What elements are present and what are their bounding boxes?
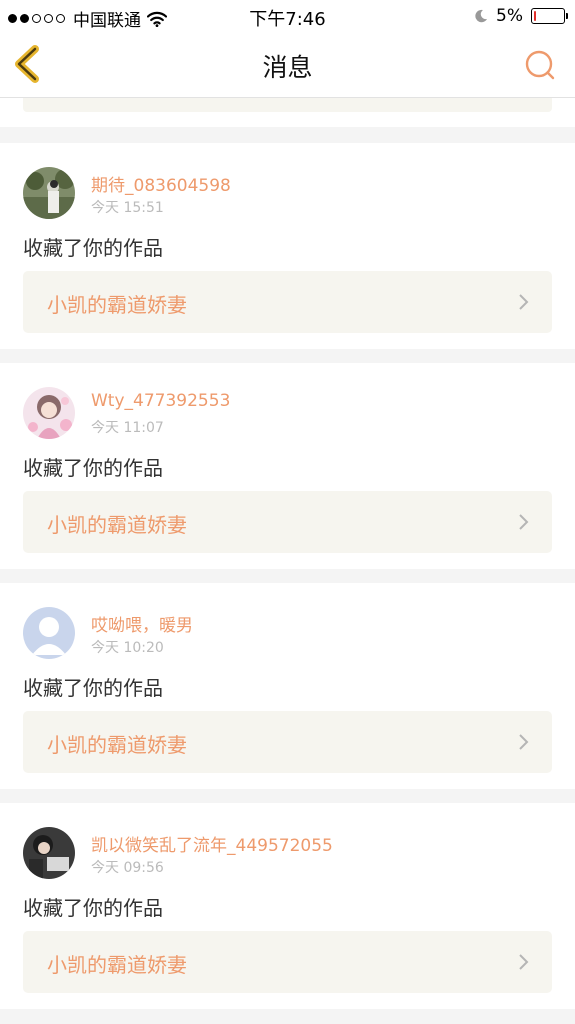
chevron-left-icon <box>15 45 39 83</box>
illustration-avatar <box>23 387 75 439</box>
work-title: 小凯的霸道娇妻 <box>47 733 187 757</box>
status-bar: 中国联通 下午7:46 5% <box>0 0 575 32</box>
work-link[interactable]: 小凯的霸道娇妻 <box>23 491 552 553</box>
user-name[interactable]: 哎呦喂，暖男 <box>91 611 193 636</box>
chevron-right-icon <box>519 734 529 750</box>
battery-percentage: 5% <box>496 6 523 26</box>
nav-bar: 消息 <box>0 32 575 98</box>
battery-icon <box>531 8 568 24</box>
search-icon <box>525 50 555 80</box>
status-right: 5% <box>474 6 568 26</box>
message-time: 今天 09:56 <box>91 860 164 876</box>
action-text: 收藏了你的作品 <box>23 456 163 480</box>
back-button[interactable] <box>10 44 50 84</box>
user-avatar[interactable] <box>23 607 75 659</box>
work-link[interactable]: 小凯的霸道娇妻 <box>23 271 552 333</box>
message-card: 期待_083604598 今天 15:51 收藏了你的作品 小凯的霸道娇妻 <box>0 143 575 349</box>
message-card: 凯以微笑乱了流年_449572055 今天 09:56 收藏了你的作品 小凯的霸… <box>0 803 575 1009</box>
user-avatar[interactable] <box>23 827 75 879</box>
chevron-right-icon <box>519 954 529 970</box>
screen: 中国联通 下午7:46 5% 消息 期待_083604598 今天 15:51 … <box>0 0 575 1024</box>
user-name[interactable]: 凯以微笑乱了流年_449572055 <box>91 831 333 856</box>
chevron-right-icon <box>519 294 529 310</box>
message-list[interactable]: 期待_083604598 今天 15:51 收藏了你的作品 小凯的霸道娇妻 Wt… <box>0 98 575 1024</box>
search-button[interactable] <box>523 48 557 82</box>
chevron-right-icon <box>519 514 529 530</box>
message-time: 今天 15:51 <box>91 200 164 216</box>
user-name[interactable]: Wty_477392553 <box>91 391 230 411</box>
action-text: 收藏了你的作品 <box>23 676 163 700</box>
message-card: 哎呦喂，暖男 今天 10:20 收藏了你的作品 小凯的霸道娇妻 <box>0 583 575 789</box>
user-name[interactable]: 期待_083604598 <box>91 171 231 196</box>
work-title: 小凯的霸道娇妻 <box>47 953 187 977</box>
default-avatar <box>23 607 75 659</box>
message-card-partial <box>0 98 575 127</box>
user-avatar[interactable] <box>23 167 75 219</box>
work-link[interactable]: 小凯的霸道娇妻 <box>23 931 552 993</box>
message-time: 今天 10:20 <box>91 640 164 656</box>
user-avatar[interactable] <box>23 387 75 439</box>
battery-level <box>534 11 536 21</box>
message-card: Wty_477392553 今天 11:07 收藏了你的作品 小凯的霸道娇妻 <box>0 363 575 569</box>
action-text: 收藏了你的作品 <box>23 236 163 260</box>
work-title: 小凯的霸道娇妻 <box>47 293 187 317</box>
work-title: 小凯的霸道娇妻 <box>47 513 187 537</box>
photo-avatar <box>23 827 75 879</box>
work-link-partial[interactable] <box>23 98 552 112</box>
action-text: 收藏了你的作品 <box>23 896 163 920</box>
work-link[interactable]: 小凯的霸道娇妻 <box>23 711 552 773</box>
message-time: 今天 11:07 <box>91 420 164 436</box>
photo-avatar <box>23 167 75 219</box>
page-title: 消息 <box>262 53 313 82</box>
do-not-disturb-moon-icon <box>475 9 488 23</box>
